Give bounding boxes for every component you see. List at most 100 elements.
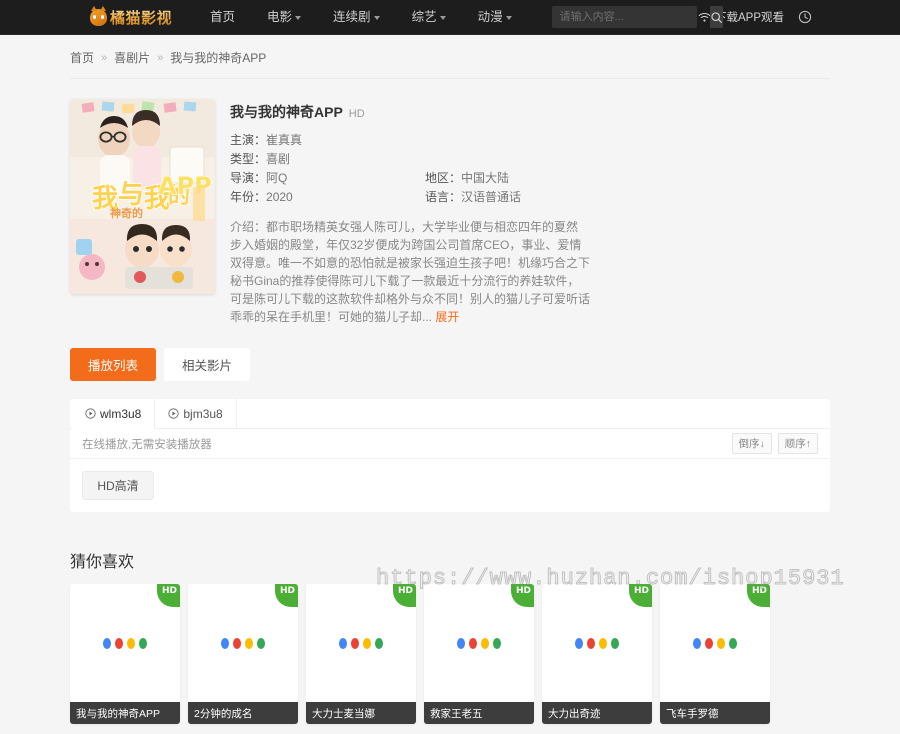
card-title: 大力出奇迹: [542, 702, 652, 724]
video-meta: 主演：崔真真 类型：喜剧 导演：阿Q 地区：中国大陆 年份：2020 语言：汉语…: [230, 131, 830, 207]
search-box: [551, 6, 723, 28]
quality-badge: HD: [348, 108, 365, 120]
hd-badge: HD: [511, 584, 534, 607]
recommend-card[interactable]: HD 我与我的神奇APP: [70, 584, 180, 724]
card-thumbnail: HD: [660, 584, 770, 702]
download-app-label: 下载APP观看: [714, 12, 784, 24]
source-tab-wlm3u8[interactable]: wlm3u8: [72, 398, 156, 429]
recommend-section-title: 猜你喜欢: [70, 554, 135, 571]
sort-asc-button[interactable]: 顺序↑: [777, 433, 818, 454]
site-header: 橘猫影视 首页 电影 连续剧 综艺 动漫 请输入内容... 下载APP观看: [0, 0, 900, 35]
meta-value[interactable]: 汉语普通话: [461, 190, 521, 204]
chevron-down-icon: [373, 16, 380, 20]
nav-item-series[interactable]: 连续剧: [317, 0, 396, 35]
recommend-card[interactable]: HD 2分钟的成名: [188, 584, 298, 724]
breadcrumb-category[interactable]: 喜剧片: [114, 49, 150, 66]
image-loading-dots-icon: [339, 637, 383, 649]
card-title: 我与我的神奇APP: [70, 702, 180, 724]
episode-item[interactable]: HD高清: [82, 471, 154, 500]
breadcrumb-current: 我与我的神奇APP: [170, 51, 267, 65]
recommend-card[interactable]: HD 飞车手罗德: [660, 584, 770, 724]
episode-list: HD高清: [70, 459, 830, 512]
nav-label: 综艺: [411, 9, 437, 24]
meta-label: 语言：: [425, 190, 462, 204]
breadcrumb-separator: »: [157, 51, 164, 64]
card-thumbnail: HD: [424, 584, 534, 702]
source-tab-bjm3u8[interactable]: bjm3u8: [155, 398, 237, 429]
hd-badge: HD: [393, 584, 416, 607]
logo-text: 橘猫影视: [110, 8, 173, 27]
nav-label: 动漫: [477, 9, 503, 24]
recommend-card[interactable]: HD 大力出奇迹: [542, 584, 652, 724]
history-link[interactable]: [798, 10, 812, 24]
playback-tip: 在线播放,无需安装播放器: [82, 438, 212, 451]
play-icon: [85, 408, 96, 419]
content-wrap: 首页 » 喜剧片 » 我与我的神奇APP 我 与 我 的 APP 神奇的 我与我…: [70, 35, 830, 724]
nav-item-anime[interactable]: 动漫: [462, 0, 528, 35]
recommend-card-list: HD 我与我的神奇APP HD 2分钟的成名 HD 大力士麦当娜 HD 救家王老…: [70, 584, 830, 724]
site-logo[interactable]: 橘猫影视: [90, 5, 173, 28]
image-loading-dots-icon: [693, 637, 737, 649]
cat-logo-icon: [90, 5, 107, 26]
recommend-card[interactable]: HD 救家王老五: [424, 584, 534, 724]
clock-icon: [798, 10, 812, 24]
recommend-card[interactable]: HD 大力士麦当娜: [306, 584, 416, 724]
video-description: 介绍：都市职场精英女强人陈可儿，大学毕业便与相恋四年的夏然步入婚姻的殿堂，年仅3…: [230, 218, 590, 326]
sort-desc-button[interactable]: 倒序↓: [731, 433, 772, 454]
card-title: 飞车手罗德: [660, 702, 770, 724]
hd-badge: HD: [157, 584, 180, 607]
source-label: bjm3u8: [183, 406, 223, 421]
tab-related[interactable]: 相关影片: [164, 348, 251, 381]
search-input[interactable]: [551, 11, 710, 23]
chevron-down-icon: [439, 16, 446, 20]
breadcrumb-separator: »: [101, 51, 108, 64]
hd-badge: HD: [747, 584, 770, 607]
video-info: 我与我的神奇APP HD 主演：崔真真 类型：喜剧 导演：阿Q 地区：中国大陆 …: [215, 99, 830, 326]
meta-row-genre: 类型：喜剧: [230, 150, 830, 169]
page-root: 橘猫影视 首页 电影 连续剧 综艺 动漫 请输入内容... 下载APP观看 首页…: [0, 0, 900, 734]
svg-text:与: 与: [118, 180, 144, 210]
search-button[interactable]: [709, 6, 723, 28]
play-icon: [168, 408, 180, 419]
meta-row-actor: 主演：崔真真: [230, 131, 830, 150]
playback-tip-bar: 在线播放,无需安装播放器 倒序↓ 顺序↑: [70, 429, 830, 459]
image-loading-dots-icon: [457, 637, 501, 649]
nav-item-movies[interactable]: 电影: [251, 0, 317, 35]
meta-value[interactable]: 阿Q: [266, 171, 287, 185]
card-title: 大力士麦当娜: [306, 702, 416, 724]
meta-row-director-region: 导演：阿Q 地区：中国大陆: [230, 169, 830, 188]
image-loading-dots-icon: [103, 637, 147, 649]
tab-playlist[interactable]: 播放列表: [70, 348, 157, 381]
card-thumbnail: HD: [188, 584, 298, 702]
card-title: 2分钟的成名: [188, 702, 298, 724]
search-icon: [710, 11, 722, 23]
card-thumbnail: HD: [542, 584, 652, 702]
page-title: 我与我的神奇APP: [230, 104, 343, 120]
main-nav: 首页 电影 连续剧 综艺 动漫: [194, 0, 528, 35]
image-loading-dots-icon: [221, 637, 265, 649]
hd-badge: HD: [275, 584, 298, 607]
meta-label: 主演：: [230, 133, 267, 147]
expand-description-link[interactable]: 展开: [435, 310, 459, 324]
meta-value[interactable]: 喜剧: [266, 152, 290, 166]
chevron-down-icon: [505, 16, 512, 20]
card-title: 救家王老五: [424, 702, 534, 724]
chevron-down-icon: [295, 16, 302, 20]
meta-value[interactable]: 2020: [266, 190, 293, 204]
meta-label: 类型：: [230, 152, 267, 166]
meta-label: 地区：: [425, 171, 462, 185]
play-panel: wlm3u8 bjm3u8 在线播放,无需安装播放器 倒序↓ 顺序↑ HD高清: [70, 398, 830, 512]
meta-row-year-language: 年份：2020 语言：汉语普通话: [230, 188, 830, 207]
meta-value[interactable]: 中国大陆: [461, 171, 509, 185]
video-poster[interactable]: 我 与 我 的 APP 神奇的: [70, 99, 215, 294]
nav-label: 连续剧: [333, 9, 371, 24]
nav-item-variety[interactable]: 综艺: [396, 0, 462, 35]
card-thumbnail: HD: [70, 584, 180, 702]
nav-item-home[interactable]: 首页: [194, 0, 251, 35]
breadcrumb-home[interactable]: 首页: [70, 49, 94, 66]
poster-artwork-image: 我 与 我 的 APP 神奇的: [70, 99, 215, 294]
meta-value[interactable]: 崔真真: [266, 133, 302, 147]
meta-label: 年份：: [230, 190, 267, 204]
card-thumbnail: HD: [306, 584, 416, 702]
description-text: 都市职场精英女强人陈可儿，大学毕业便与相恋四年的夏然步入婚姻的殿堂，年仅32岁便…: [230, 220, 591, 324]
